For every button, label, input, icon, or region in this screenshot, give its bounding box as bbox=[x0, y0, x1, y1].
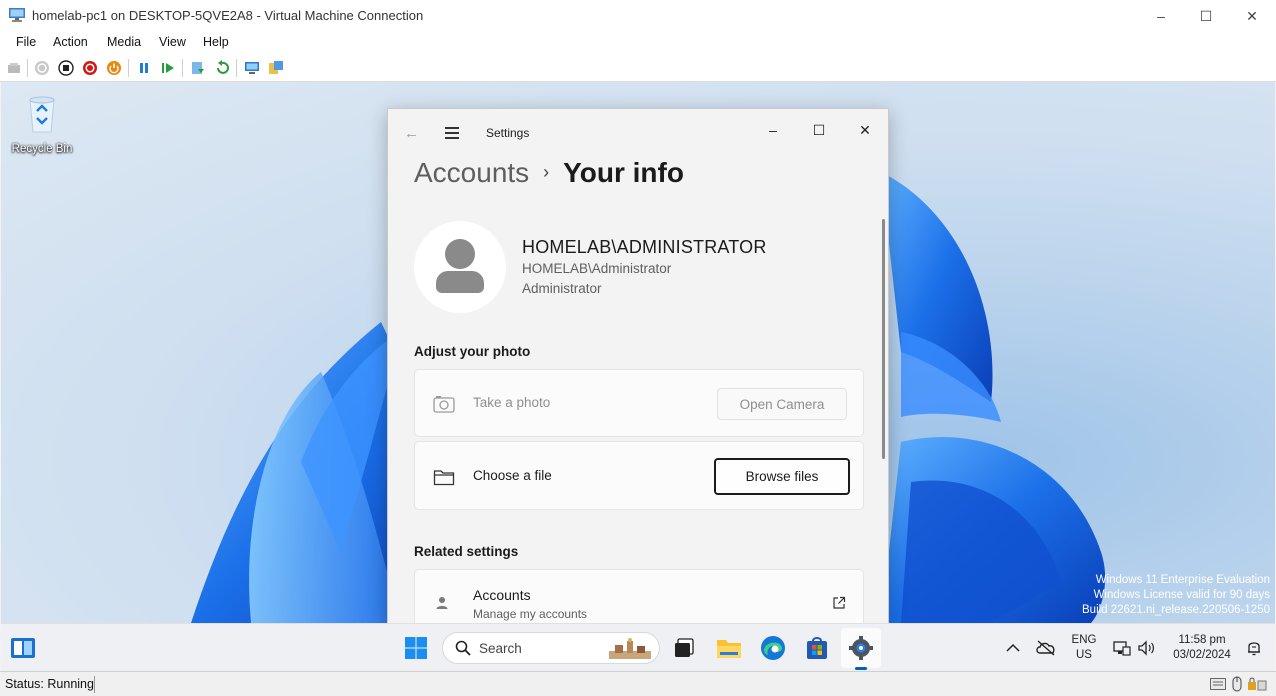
ctrl-alt-del-icon[interactable] bbox=[6, 60, 22, 76]
chevron-right-icon: › bbox=[543, 162, 550, 182]
search-highlight-illustration bbox=[609, 638, 651, 659]
menu-action[interactable]: Action bbox=[53, 35, 88, 49]
menu-media[interactable]: Media bbox=[107, 35, 141, 49]
revert-icon[interactable] bbox=[214, 60, 230, 76]
turn-off-icon[interactable] bbox=[58, 60, 74, 76]
start-icon[interactable] bbox=[34, 60, 50, 76]
taskbar: Search ENG US 11:58 pm 03/02/2024 bbox=[1, 623, 1275, 671]
toolbar-separator bbox=[236, 59, 237, 77]
vm-status-text: Status: Running bbox=[5, 677, 94, 691]
language-code: ENG bbox=[1071, 634, 1097, 646]
watermark-line: Windows 11 Enterprise Evaluation bbox=[1095, 574, 1270, 586]
recycle-bin-label: Recycle Bin bbox=[11, 143, 73, 155]
edge-browser-icon[interactable] bbox=[759, 634, 787, 662]
hamburger-menu-icon[interactable] bbox=[445, 127, 459, 142]
person-icon bbox=[436, 597, 448, 609]
back-arrow-icon[interactable]: ← bbox=[404, 125, 419, 142]
windows-evaluation-watermark: Windows 11 Enterprise Evaluation Windows… bbox=[1082, 573, 1270, 618]
adjust-photo-heading: Adjust your photo bbox=[414, 344, 531, 359]
toolbar-separator bbox=[128, 59, 129, 77]
settings-titlebar: ← Settings – ☐ ✕ bbox=[388, 109, 888, 157]
clock-date: 03/02/2024 bbox=[1173, 649, 1231, 661]
save-state-icon[interactable] bbox=[106, 60, 122, 76]
vm-connection-icon bbox=[9, 8, 25, 22]
avatar-head bbox=[445, 239, 475, 269]
take-photo-label: Take a photo bbox=[473, 395, 551, 410]
user-display-name: HOMELAB\ADMINISTRATOR bbox=[522, 237, 767, 257]
vm-titlebar: homelab-pc1 on DESKTOP-5QVE2A8 - Virtual… bbox=[0, 0, 1276, 32]
start-button-icon[interactable] bbox=[402, 634, 430, 662]
mouse-icon bbox=[1232, 676, 1242, 692]
choose-file-label: Choose a file bbox=[473, 468, 552, 483]
task-view-icon[interactable] bbox=[670, 634, 698, 662]
vm-minimize-button[interactable]: – bbox=[1138, 0, 1184, 32]
settings-app-title: Settings bbox=[486, 126, 530, 140]
related-accounts-card[interactable]: Accounts Manage my accounts bbox=[414, 569, 864, 623]
input-language-indicator[interactable]: ENG US bbox=[1068, 633, 1100, 663]
pause-icon[interactable] bbox=[136, 60, 152, 76]
clock-time: 11:58 pm bbox=[1178, 634, 1226, 646]
page-title: Your info bbox=[563, 157, 684, 188]
taskbar-search-box[interactable]: Search bbox=[442, 632, 660, 664]
open-camera-button[interactable]: Open Camera bbox=[717, 388, 847, 420]
camera-icon bbox=[433, 396, 455, 413]
share-icon[interactable] bbox=[268, 60, 284, 76]
enhanced-session-icon[interactable] bbox=[244, 60, 260, 76]
widgets-icon[interactable] bbox=[9, 634, 37, 662]
breadcrumb: Accounts › Your info bbox=[414, 157, 684, 189]
avatar bbox=[414, 221, 506, 313]
status-separator bbox=[94, 676, 95, 693]
breadcrumb-parent[interactable]: Accounts bbox=[414, 157, 529, 188]
search-placeholder: Search bbox=[479, 641, 522, 656]
checkpoint-icon[interactable] bbox=[190, 60, 206, 76]
onedrive-offline-icon[interactable] bbox=[1032, 634, 1060, 662]
related-accounts-title: Accounts bbox=[473, 587, 531, 603]
vm-menubar: File Action Media View Help bbox=[0, 32, 1276, 54]
system-clock[interactable]: 11:58 pm 03/02/2024 bbox=[1164, 633, 1240, 663]
browse-files-button[interactable]: Browse files bbox=[714, 458, 850, 495]
settings-window: ← Settings – ☐ ✕ Accounts › Your info HOME… bbox=[387, 108, 889, 623]
choose-file-card: Choose a file Browse files bbox=[414, 441, 864, 510]
settings-minimize-button[interactable]: – bbox=[750, 115, 796, 145]
vm-window-title: homelab-pc1 on DESKTOP-5QVE2A8 - Virtual… bbox=[32, 8, 424, 23]
lock-status-icon bbox=[1248, 677, 1267, 691]
menu-view[interactable]: View bbox=[159, 35, 186, 49]
file-explorer-icon[interactable] bbox=[715, 634, 743, 662]
keyboard-icon bbox=[1210, 678, 1226, 690]
search-icon bbox=[455, 640, 471, 656]
guest-desktop: Recycle Bin Windows 11 Enterprise Evalua… bbox=[1, 82, 1275, 623]
volume-icon[interactable] bbox=[1132, 634, 1160, 662]
related-accounts-subtitle: Manage my accounts bbox=[473, 607, 588, 621]
vm-close-button[interactable]: ✕ bbox=[1229, 0, 1275, 32]
watermark-line: Build 22621.ni_release.220506-1250 bbox=[1082, 604, 1270, 616]
related-settings-heading: Related settings bbox=[414, 544, 519, 559]
toolbar-separator bbox=[182, 59, 183, 77]
toolbar-separator bbox=[27, 59, 28, 77]
microsoft-store-icon[interactable] bbox=[803, 634, 831, 662]
notifications-icon[interactable] bbox=[1240, 634, 1268, 662]
vm-toolbar bbox=[0, 54, 1276, 82]
settings-close-button[interactable]: ✕ bbox=[842, 115, 888, 145]
chevron-up-icon[interactable] bbox=[999, 634, 1027, 662]
recycle-bin[interactable]: Recycle Bin bbox=[7, 94, 77, 155]
user-account-name: HOMELAB\Administrator bbox=[522, 261, 672, 276]
open-external-icon bbox=[833, 596, 846, 609]
resume-icon[interactable] bbox=[160, 60, 176, 76]
vm-maximize-button[interactable]: ☐ bbox=[1183, 0, 1229, 32]
settings-gear-icon[interactable] bbox=[847, 634, 875, 662]
take-photo-card: Take a photo Open Camera bbox=[414, 369, 864, 437]
folder-icon bbox=[433, 470, 455, 486]
settings-maximize-button[interactable]: ☐ bbox=[796, 115, 842, 145]
menu-file[interactable]: File bbox=[16, 35, 36, 49]
menu-help[interactable]: Help bbox=[203, 35, 229, 49]
watermark-line: Windows License valid for 90 days bbox=[1093, 589, 1270, 601]
active-app-indicator bbox=[855, 667, 867, 670]
user-role: Administrator bbox=[522, 281, 602, 296]
shut-down-icon[interactable] bbox=[82, 60, 98, 76]
scrollbar[interactable] bbox=[882, 219, 885, 459]
recycle-bin-icon bbox=[29, 96, 55, 133]
vm-status-bar: Status: Running bbox=[0, 671, 1276, 696]
language-region: US bbox=[1076, 649, 1092, 661]
avatar-body bbox=[436, 271, 484, 293]
